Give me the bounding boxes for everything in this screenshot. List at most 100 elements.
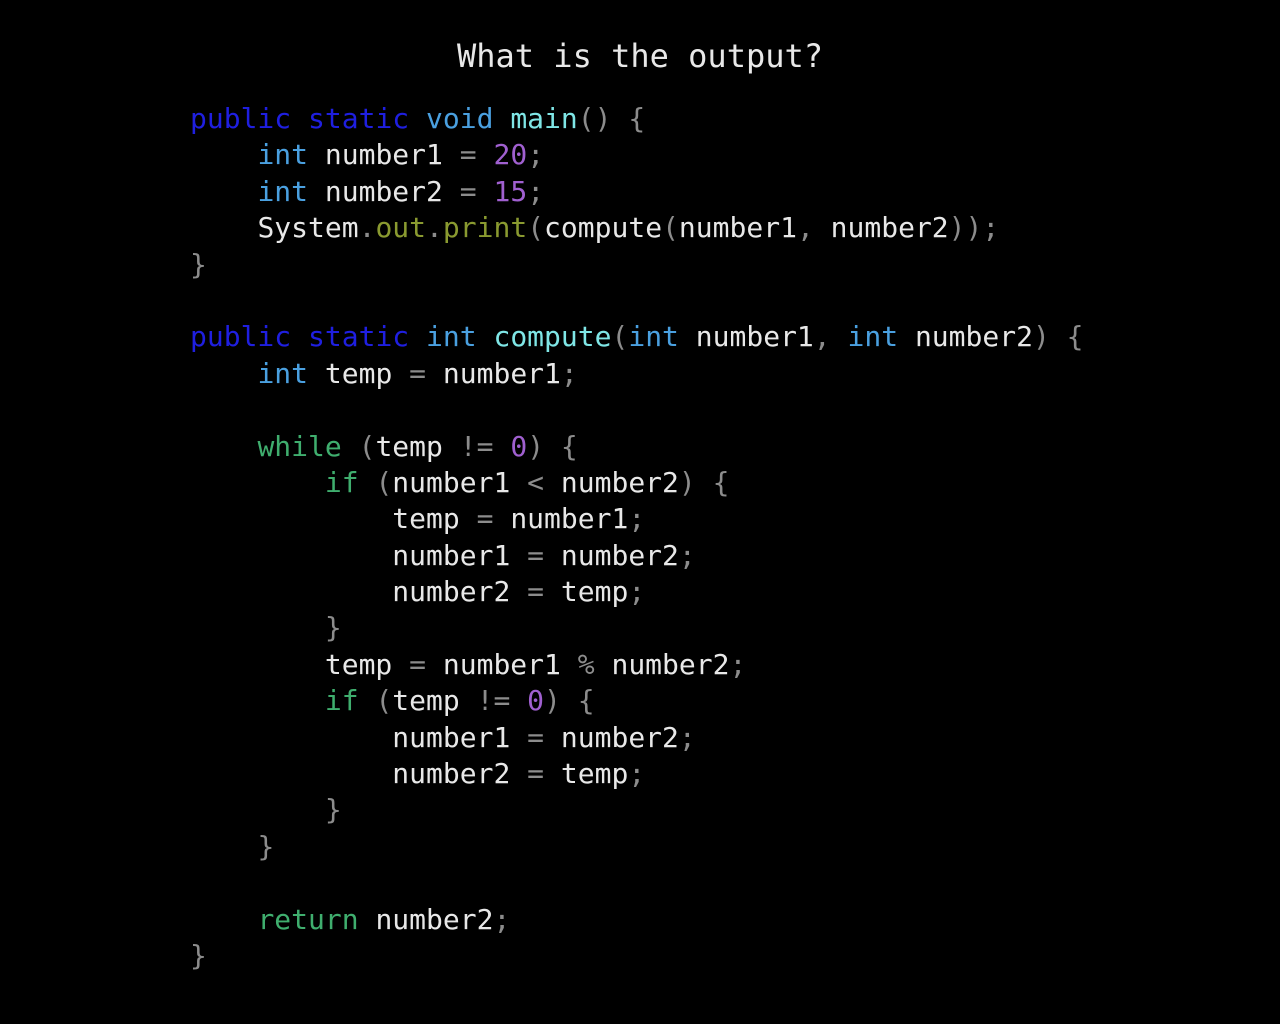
code-token-ident: number2: [392, 757, 511, 791]
code-token-ident: number1: [392, 720, 511, 754]
code-token-ident: number2: [560, 720, 679, 754]
code-token-punct: !=: [459, 429, 494, 463]
code-token-punct: .: [358, 211, 376, 245]
code-token-ident: temp: [560, 575, 629, 609]
code-line: int temp = number1;: [190, 356, 1084, 392]
slide-title: What is the output?: [456, 37, 824, 75]
code-token-ident: number2: [324, 174, 443, 208]
code-token-punct: (: [662, 211, 679, 245]
code-token-flow: if: [324, 684, 359, 718]
code-token-type: int: [628, 320, 679, 354]
code-token-punct: =: [459, 174, 477, 208]
code-token-punct: ) {: [678, 465, 730, 499]
code-token-ident: number2: [560, 538, 679, 572]
code-token-keyword: static: [308, 320, 410, 354]
code-token-punct: ;: [527, 174, 545, 208]
code-token-punct: ;: [493, 902, 511, 936]
code-token-func: compute: [493, 320, 612, 354]
code-token-number: 20: [493, 138, 528, 172]
code-token-ident: number2: [392, 575, 511, 609]
code-token-punct: =: [476, 502, 494, 536]
code-token-ident: number1: [510, 502, 629, 536]
code-token-keyword: static: [308, 102, 410, 135]
code-token-punct: ;: [527, 138, 545, 172]
code-token-ident: number1: [324, 138, 443, 172]
code-token-punct: (: [375, 465, 393, 499]
code-token-punct: (: [358, 429, 376, 463]
code-line: if (number1 < number2) {: [190, 465, 1084, 501]
code-line: number1 = number2;: [190, 538, 1084, 574]
code-line: }: [190, 829, 1084, 865]
code-token-ident: compute: [544, 211, 663, 245]
code-token-punct: =: [527, 757, 545, 791]
code-token-punct: =: [459, 138, 477, 172]
code-token-punct: }: [324, 611, 342, 645]
code-token-ident: temp: [324, 647, 393, 681]
code-line: }: [190, 938, 1084, 974]
code-token-type: int: [847, 320, 899, 354]
code-line: System.out.print(compute(number1, number…: [190, 210, 1084, 246]
code-token-punct: ));: [948, 211, 1000, 245]
code-token-keyword: public: [190, 102, 292, 135]
code-token-ident: temp: [392, 502, 460, 536]
code-token-punct: =: [527, 538, 545, 572]
code-token-func: main: [510, 102, 578, 135]
code-token-punct: ,: [796, 211, 814, 245]
code-token-ident: temp: [324, 356, 393, 390]
code-token-ident: number1: [392, 465, 511, 499]
code-token-punct: () {: [577, 102, 646, 135]
code-line: temp = number1 % number2;: [190, 647, 1084, 683]
code-token-punct: ,: [813, 320, 831, 354]
code-token-punct: <: [527, 465, 545, 499]
code-line: while (temp != 0) {: [190, 429, 1084, 465]
code-token-punct: !=: [476, 684, 511, 718]
code-line: number1 = number2;: [190, 720, 1084, 756]
code-token-ident: number2: [914, 320, 1033, 354]
code-token-ident: number2: [560, 465, 679, 499]
code-line: int number2 = 15;: [190, 174, 1084, 210]
code-line: }: [190, 247, 1084, 283]
code-token-ident: number1: [678, 211, 797, 245]
code-token-member: print: [442, 211, 528, 245]
code-token-type: int: [426, 320, 477, 354]
code-line: }: [190, 792, 1084, 828]
code-token-punct: ;: [628, 502, 646, 536]
code-token-ident: temp: [392, 684, 460, 718]
code-token-ident: temp: [560, 757, 629, 791]
code-token-punct: =: [409, 647, 427, 681]
code-line: number2 = temp;: [190, 756, 1084, 792]
code-token-punct: =: [527, 720, 545, 754]
code-token-type: int: [257, 174, 309, 208]
code-token-punct: .: [426, 211, 443, 245]
code-token-type: void: [426, 102, 494, 135]
code-token-punct: ;: [628, 757, 646, 791]
